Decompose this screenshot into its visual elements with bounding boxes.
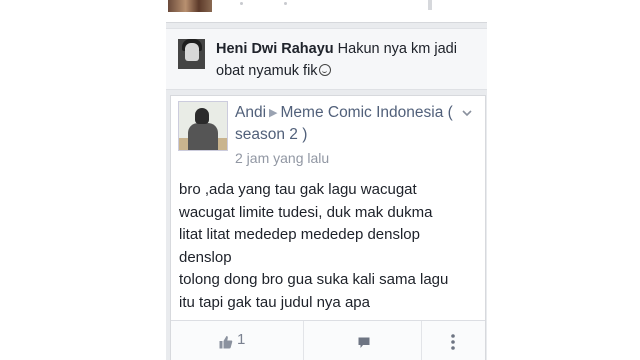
phone-screen: Heni Dwi Rahayu Hakun nya km jadi obat n… [166,0,487,360]
post-timestamp[interactable]: 2 jam yang lalu [235,150,329,166]
comment-text-block: Heni Dwi Rahayu Hakun nya km jadi obat n… [216,38,478,82]
more-options-button[interactable] [421,321,486,360]
post-action-bar: 1 [171,320,485,360]
previous-post-thumbnail[interactable] [168,0,212,12]
group-post-card: Andi ▶ Meme Comic Indonesia ( season 2 ) 2… [170,95,486,360]
post-line: litat litat mededep mededep denslop [179,226,420,243]
post-body: bro ,ada yang tau gak lagu wacugat wacug… [179,179,479,314]
post-line: tolong dong bro gua suka kali sama lagu [179,271,449,288]
post-line: bro ,ada yang tau gak lagu wacugat [179,181,417,198]
post-author-avatar[interactable] [178,101,228,151]
commenter-name[interactable]: Heni Dwi Rahayu [216,41,334,57]
post-header: Andi ▶ Meme Comic Indonesia ( season 2 ) [235,102,479,146]
post-line: denslop [179,248,232,266]
previous-post-action-dot [284,2,287,5]
previous-post-menu[interactable] [428,0,432,10]
chevron-down-icon[interactable] [462,108,472,118]
post-line: wacugat limite tudesi, duk mak dukma [179,203,433,221]
thumbs-up-icon [219,336,233,349]
smiley-icon [318,64,331,76]
like-button[interactable]: 1 [171,321,303,360]
previous-post-action-dot [240,2,243,5]
previous-post-card [166,0,487,23]
vertical-dots-icon [451,334,455,350]
commenter-avatar[interactable] [178,39,205,69]
post-author-name[interactable]: Andi [235,104,266,121]
triangle-right-icon: ▶ [269,107,278,119]
comment-button[interactable] [303,321,422,360]
like-count: 1 [237,331,246,348]
comment-item: Heni Dwi Rahayu Hakun nya km jadi obat n… [166,28,487,90]
comment-bubble-icon [358,337,370,348]
post-line: itu tapi gak tau judul nya apa [179,293,370,311]
